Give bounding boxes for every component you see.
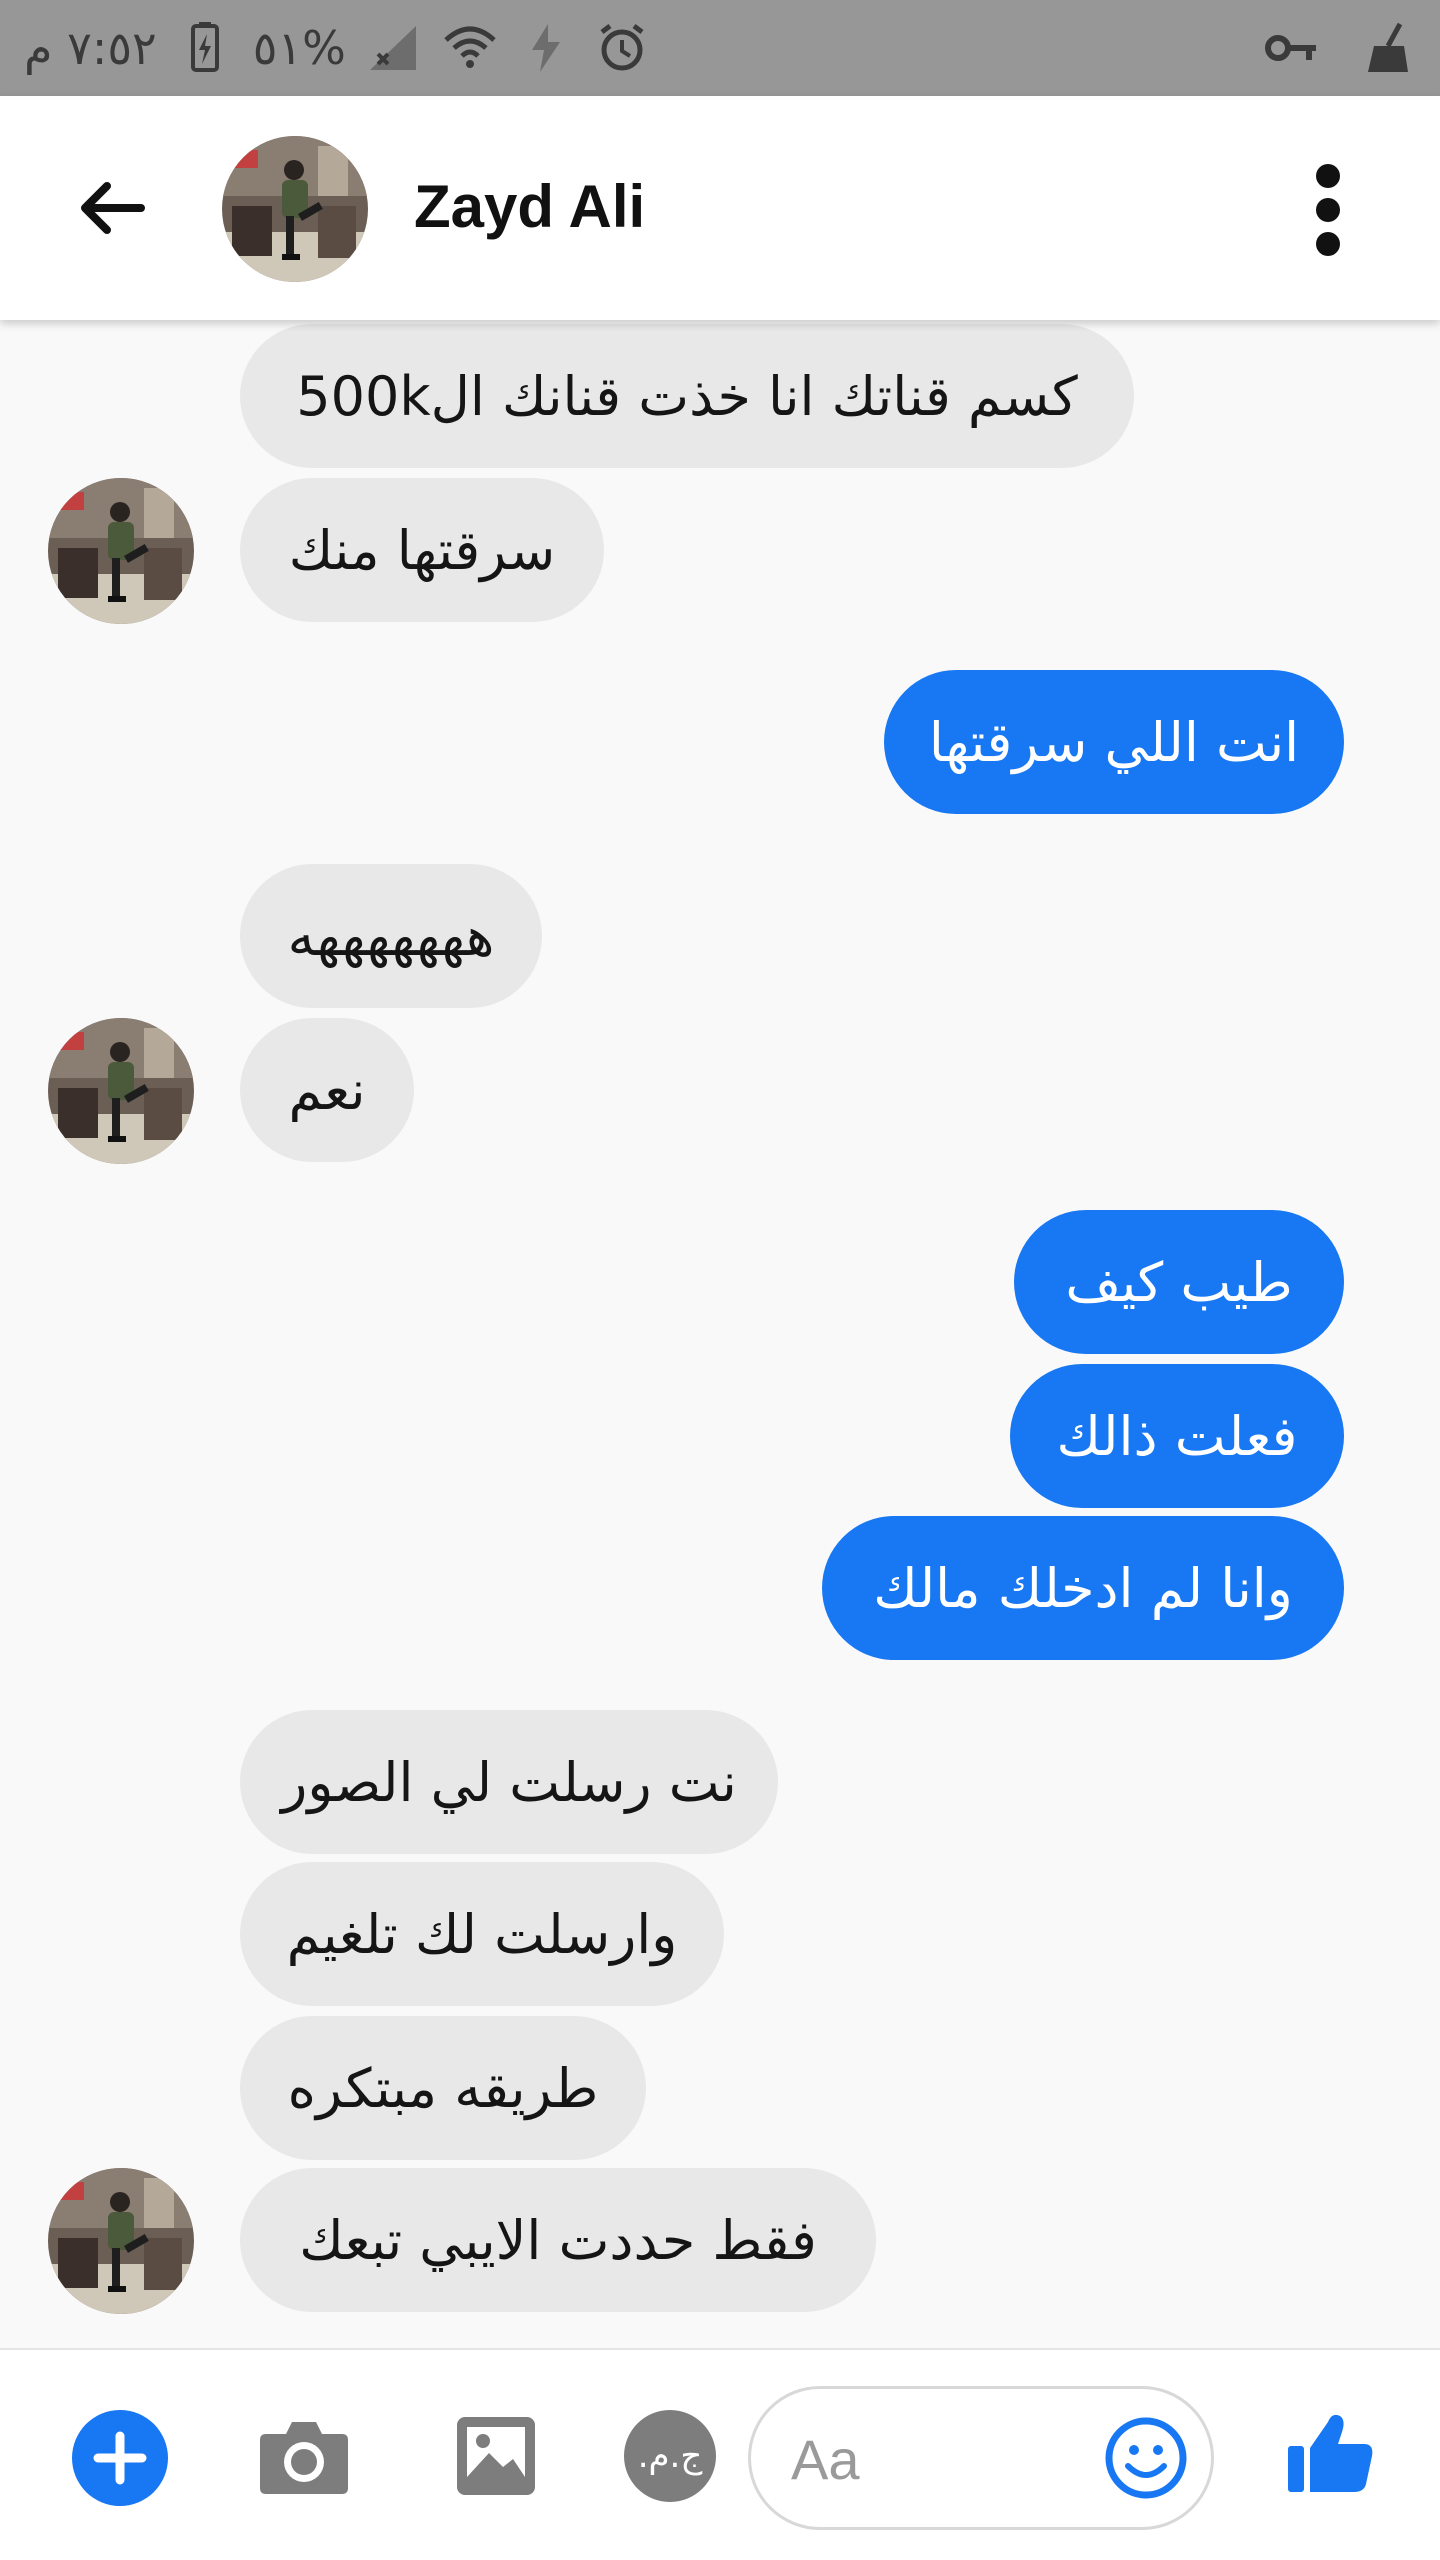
data-icon xyxy=(531,24,560,72)
avatar-image xyxy=(48,2168,194,2314)
sticker-button[interactable]: ج.م. xyxy=(622,2408,718,2504)
camera-icon xyxy=(260,2422,348,2494)
more-options-button[interactable] xyxy=(1296,160,1360,260)
contact-name[interactable]: Zayd Ali xyxy=(414,172,645,241)
avatar-image xyxy=(222,136,368,282)
signal-icon xyxy=(369,26,416,70)
message-bubble-incoming[interactable]: كسم قناتك انا خذت قنانك ال500k xyxy=(240,324,1134,468)
message-input[interactable] xyxy=(791,2419,1091,2499)
message-composer: ج.م. xyxy=(0,2348,1440,2560)
battery-icon xyxy=(190,22,219,72)
emoji-button[interactable] xyxy=(1101,2413,1191,2503)
message-input-field[interactable] xyxy=(748,2386,1214,2530)
status-bar: ٧:٥٢ م %٥١ xyxy=(0,0,1440,96)
avatar-image xyxy=(48,1018,194,1164)
plus-icon xyxy=(72,2410,168,2506)
message-bubble-outgoing[interactable]: انت اللي سرقتها xyxy=(884,670,1344,814)
emoji-icon xyxy=(1105,2417,1187,2499)
gallery-button[interactable] xyxy=(448,2408,544,2504)
sender-avatar[interactable] xyxy=(48,2168,194,2314)
sticker-label: ج.م. xyxy=(637,2436,703,2476)
message-bubble-incoming[interactable]: هههههههه xyxy=(240,864,542,1008)
message-bubble-incoming[interactable]: طريقه مبتكره xyxy=(240,2016,646,2160)
message-bubble-outgoing[interactable]: طيب كيف xyxy=(1014,1210,1344,1354)
status-left: ٧:٥٢ م %٥١ xyxy=(24,0,650,96)
message-bubble-incoming[interactable]: نعم xyxy=(240,1018,414,1162)
camera-button[interactable] xyxy=(256,2408,352,2504)
like-button[interactable] xyxy=(1278,2402,1382,2506)
battery-percent: %٥١ xyxy=(252,21,346,75)
sender-avatar[interactable] xyxy=(48,478,194,624)
gallery-icon xyxy=(457,2417,535,2495)
vpn-key-icon xyxy=(1265,35,1316,61)
thumbs-up-icon xyxy=(1288,2414,1373,2492)
message-bubble-incoming[interactable]: سرقتها منك xyxy=(240,478,604,622)
message-bubble-incoming[interactable]: فقط حددت الايبي تبعك xyxy=(240,2168,876,2312)
add-button[interactable] xyxy=(72,2410,168,2506)
conversation-header: Zayd Ali xyxy=(0,96,1440,320)
alarm-icon xyxy=(600,24,644,71)
message-bubble-incoming[interactable]: نت رسلت لي الصور xyxy=(240,1710,778,1854)
wifi-icon xyxy=(444,26,496,68)
status-right xyxy=(1264,0,1416,96)
arrow-left-icon xyxy=(81,182,145,234)
broom-icon xyxy=(1368,22,1408,72)
message-bubble-incoming[interactable]: وارسلت لك تلغيم xyxy=(240,1862,724,2006)
contact-avatar[interactable] xyxy=(222,136,368,282)
avatar-image xyxy=(48,478,194,624)
status-time: ٧:٥٢ م xyxy=(24,21,157,75)
sender-avatar[interactable] xyxy=(48,1018,194,1164)
message-bubble-outgoing[interactable]: وانا لم ادخلك مالك xyxy=(822,1516,1344,1660)
message-list[interactable]: كسم قناتك انا خذت قنانك ال500k سرقتها من… xyxy=(0,320,1440,2350)
back-button[interactable] xyxy=(64,168,160,248)
message-bubble-outgoing[interactable]: فعلت ذالك xyxy=(1010,1364,1344,1508)
